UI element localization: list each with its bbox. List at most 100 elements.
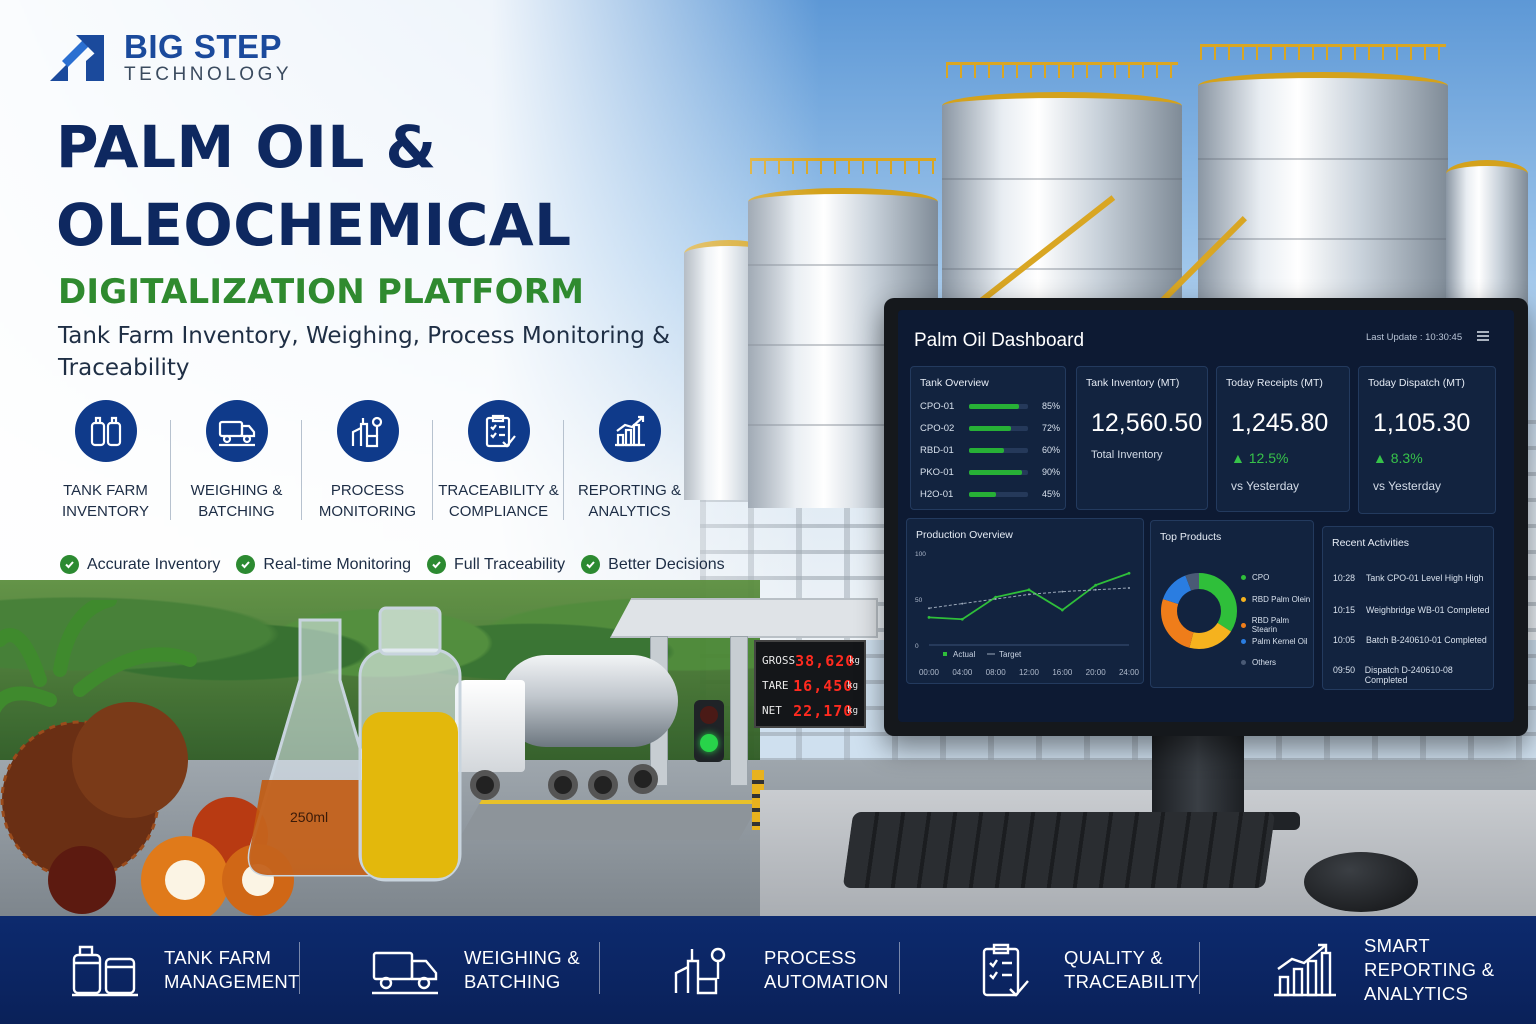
tank-name: RBD-01 xyxy=(920,444,954,456)
scale-value: 16,450 xyxy=(793,676,854,695)
tank-level-bar xyxy=(969,403,1028,409)
kpi-value: 1,105.30 xyxy=(1373,409,1471,437)
kpi-delta: ▲ 8.3% xyxy=(1373,450,1423,466)
tank-railing xyxy=(1200,44,1446,60)
product-legend-item: Palm Kernel Oil xyxy=(1241,637,1308,646)
actual-point xyxy=(960,617,964,621)
benefit-item: Full Traceability xyxy=(427,555,565,574)
tank-level-bar xyxy=(969,469,1028,475)
scale-unit: kg xyxy=(847,705,858,716)
weighbridge-platform xyxy=(458,800,762,840)
tank-level-fill xyxy=(969,469,1023,475)
keyboard[interactable] xyxy=(842,812,1276,888)
activity-text: Batch B-240610-01 Completed xyxy=(1366,635,1487,645)
truck-scale-icon xyxy=(372,951,438,995)
kpi-value: 12,560.50 xyxy=(1091,409,1203,437)
checkmark-icon xyxy=(581,555,601,574)
legend-swatch xyxy=(1241,622,1246,628)
hero-subtitle: Tank Farm Inventory, Weighing, Process M… xyxy=(58,323,671,381)
flask-volume-label: 250ml xyxy=(290,809,328,825)
clipboard-check-icon xyxy=(982,943,1029,997)
top-products-donut-chart xyxy=(1161,573,1237,649)
scale-label: NET xyxy=(762,704,782,717)
production-overview-card: Production Overview 100 50 0 00:00 04:00 08:0… xyxy=(906,518,1144,684)
y-tick-label: 0 xyxy=(915,643,919,650)
tank-level-fill xyxy=(969,425,1012,431)
legend-swatch-actual xyxy=(943,652,947,656)
benefit-label: Full Traceability xyxy=(454,555,566,573)
headline-line-1: PALM OIL & xyxy=(56,113,437,181)
scale-value: 22,170 xyxy=(793,701,854,720)
last-update-timestamp: Last Update : 10:30:45 xyxy=(1366,332,1463,343)
footer-label: TANK FARM MANAGEMENT xyxy=(164,947,300,992)
tank-level-bar xyxy=(969,447,1028,453)
tank-railing xyxy=(946,62,1178,78)
weighbridge-display: GROSS 38,620 kg TARE 16,450 kg NET 22,17… xyxy=(754,640,866,728)
benefit-item: Real-time Monitoring xyxy=(236,555,411,574)
tank-row: CPO-01 85% xyxy=(920,399,1060,413)
footer-label: QUALITY & TRACEABILITY xyxy=(1064,947,1200,992)
legend-swatch xyxy=(1241,575,1246,580)
activity-time: 10:05 xyxy=(1333,635,1356,645)
x-tick-label: 08:00 xyxy=(986,668,1007,677)
tank-farm-icon xyxy=(72,945,138,997)
tank-level-bar xyxy=(969,425,1028,431)
actual-point xyxy=(1094,583,1098,587)
card-title: Production Overview xyxy=(916,529,1013,541)
tank-level-fill xyxy=(969,403,1020,409)
tank-level-percent: 45% xyxy=(1041,489,1060,499)
tank-name: CPO-01 xyxy=(920,400,955,412)
card-title: Recent Activities xyxy=(1332,537,1410,549)
footer-item-tank-farm: TANK FARM MANAGEMENT xyxy=(0,916,300,1024)
activity-time: 10:15 xyxy=(1333,605,1356,615)
feature-icons-row: TANK FARM INVENTORY WEIGHING & BATCHING … xyxy=(40,400,695,522)
kpi-value: 1,245.80 xyxy=(1231,409,1329,437)
tanker-truck xyxy=(500,655,678,747)
product-legend-item: CPO xyxy=(1241,573,1269,582)
monitor: Palm Oil Dashboard Last Update : 10:30:4… xyxy=(884,298,1528,736)
card-title: Tank Inventory (MT) xyxy=(1086,377,1180,389)
palm-fruit-and-flasks: 250ml xyxy=(0,600,462,920)
feature-label: WEIGHING & BATCHING xyxy=(190,482,283,520)
tank-level-fill xyxy=(969,491,996,497)
scale-row-tare: TARE 16,450 kg xyxy=(762,673,858,698)
hamburger-menu-icon[interactable] xyxy=(1476,330,1490,342)
target-point xyxy=(1094,588,1097,591)
target-point xyxy=(961,602,964,605)
feature-label: TRACEABILITY & COMPLIANCE xyxy=(438,482,559,520)
traffic-light xyxy=(694,700,724,762)
benefit-checklist: Accurate Inventory Real-time Monitoring … xyxy=(60,555,725,574)
computer-mouse[interactable] xyxy=(1304,852,1418,912)
card-title: Top Products xyxy=(1160,531,1222,543)
production-line-chart: 100 50 0 00:00 04:00 08:00 12:00 16:00 20:00 24:0… xyxy=(915,551,1140,677)
truck-scale-icon xyxy=(205,400,268,462)
target-point xyxy=(994,598,997,600)
activity-time: 10:28 xyxy=(1333,573,1356,583)
process-plant-icon xyxy=(336,400,399,462)
truck-wheel xyxy=(628,764,658,794)
feature-tank-farm: TANK FARM INVENTORY xyxy=(40,400,171,522)
actual-series-line xyxy=(928,572,1130,621)
x-tick-label: 04:00 xyxy=(952,668,973,677)
activity-item: 10:15 Weighbridge WB-01 Completed xyxy=(1333,605,1490,615)
benefit-item: Accurate Inventory xyxy=(60,555,220,574)
checkmark-icon xyxy=(60,555,79,574)
product-legend-item: RBD Palm Olein xyxy=(1241,595,1310,604)
x-tick-label: 12:00 xyxy=(1019,668,1040,677)
tank-row: CPO-02 72% xyxy=(920,421,1060,435)
legend-swatch xyxy=(1241,597,1246,602)
headline-line-2: OLEOCHEMICAL xyxy=(56,191,572,259)
card-title: Today Receipts (MT) xyxy=(1226,377,1323,389)
weighbridge-post xyxy=(730,636,748,786)
target-point xyxy=(1061,590,1064,593)
traffic-red-lamp xyxy=(700,706,718,724)
tank-level-percent: 60% xyxy=(1041,445,1060,455)
tank-level-bar xyxy=(969,491,1028,497)
company-logo: BIG STEP TECHNOLOGY xyxy=(46,30,292,86)
activity-item: 10:28 Tank CPO-01 Level High High xyxy=(1333,573,1483,583)
kpi-card-inventory: Tank Inventory (MT) 12,560.50 Total Inve… xyxy=(1076,366,1208,510)
kpi-comparison: vs Yesterday xyxy=(1231,479,1300,493)
storage-tank xyxy=(1198,72,1448,312)
traffic-green-lamp xyxy=(700,734,718,752)
scale-unit: kg xyxy=(849,655,860,666)
